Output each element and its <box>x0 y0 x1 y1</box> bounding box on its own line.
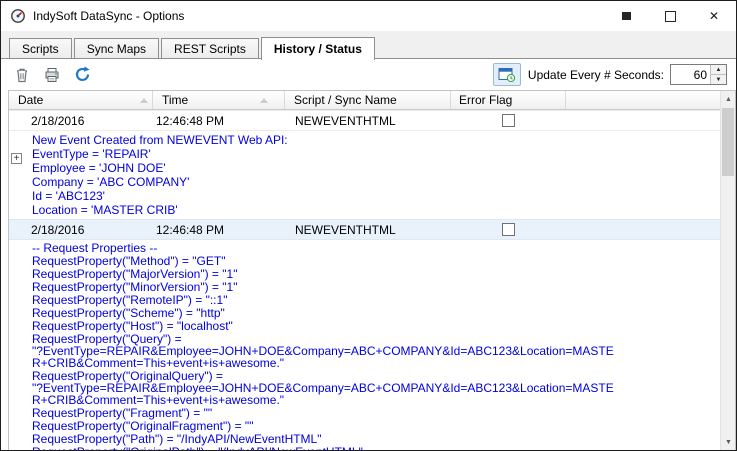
spin-up-icon: ▲ <box>716 67 722 73</box>
tab-sync-maps[interactable]: Sync Maps <box>74 38 159 58</box>
cell-time: 12:46:48 PM <box>153 114 285 128</box>
spinner-buttons: ▲ ▼ <box>710 65 726 84</box>
row-detail: -- Request Properties -- RequestProperty… <box>9 240 720 450</box>
trash-icon <box>13 66 31 84</box>
table-row[interactable]: 2/18/2016 12:46:48 PM NEWEVENTHTML <box>9 219 720 240</box>
tab-rest-scripts[interactable]: REST Scripts <box>161 38 259 58</box>
detail-line: Location = 'MASTER CRIB' <box>32 203 720 217</box>
column-header-script-label: Script / Sync Name <box>294 93 397 107</box>
options-window: IndySoft DataSync - Options ✕ <box>0 0 737 451</box>
column-header-error-flag[interactable]: Error Flag <box>451 91 566 109</box>
tab-history-status[interactable]: History / Status <box>261 37 375 60</box>
detail-line: Id = 'ABC123' <box>32 189 720 203</box>
cell-script-name: NEWEVENTHTML <box>285 114 451 128</box>
column-header-filler <box>566 91 720 109</box>
column-header-script[interactable]: Script / Sync Name <box>285 91 451 109</box>
toolbar: Update Every # Seconds: ▲ ▼ <box>1 59 736 90</box>
expand-row-button[interactable]: + <box>11 153 22 164</box>
error-flag-checkbox[interactable] <box>502 223 515 236</box>
detail-line: RequestProperty("OriginalPath") = "/Indy… <box>32 446 720 450</box>
minimize-button[interactable] <box>604 1 648 31</box>
cell-time: 12:46:48 PM <box>153 223 285 237</box>
close-button[interactable]: ✕ <box>692 1 736 31</box>
auto-update-toggle[interactable] <box>493 63 521 86</box>
sort-ascending-icon <box>260 98 268 103</box>
tab-scripts[interactable]: Scripts <box>9 38 72 58</box>
scrollbar-thumb[interactable] <box>722 108 734 176</box>
cell-date: 2/18/2016 <box>9 223 153 237</box>
auto-update-icon <box>498 67 516 83</box>
maximize-button[interactable] <box>648 1 692 31</box>
cell-error-flag <box>451 223 566 236</box>
window-controls: ✕ <box>604 1 736 31</box>
update-seconds-input[interactable] <box>671 65 710 84</box>
printer-icon <box>43 66 61 84</box>
cell-error-flag <box>451 114 566 127</box>
spin-up-button[interactable]: ▲ <box>711 65 726 74</box>
scroll-up-icon: ▲ <box>725 96 732 103</box>
grid-header: Date Time Script / Sync Name Error Flag <box>9 91 720 110</box>
titlebar: IndySoft DataSync - Options ✕ <box>1 1 736 31</box>
column-header-time-label: Time <box>162 93 188 107</box>
row-detail: + New Event Created from NEWEVENT Web AP… <box>9 131 720 219</box>
table-row[interactable]: 2/18/2016 12:46:48 PM NEWEVENTHTML <box>9 110 720 131</box>
update-seconds-spinbox: ▲ ▼ <box>670 64 727 85</box>
window-title: IndySoft DataSync - Options <box>33 9 184 23</box>
minimize-icon <box>622 12 631 20</box>
spin-down-icon: ▼ <box>716 77 722 83</box>
column-header-error-label: Error Flag <box>459 93 512 107</box>
column-header-date-label: Date <box>18 93 43 107</box>
column-header-time[interactable]: Time <box>153 91 285 109</box>
grid-body: Date Time Script / Sync Name Error Flag <box>9 91 720 450</box>
tab-page: Update Every # Seconds: ▲ ▼ <box>1 58 736 450</box>
history-grid: Date Time Script / Sync Name Error Flag <box>8 90 736 450</box>
spin-down-button[interactable]: ▼ <box>711 74 726 84</box>
cell-date: 2/18/2016 <box>9 114 153 128</box>
maximize-icon <box>665 11 676 22</box>
refresh-icon <box>73 65 92 84</box>
refresh-button[interactable] <box>70 63 94 87</box>
tab-bar: Scripts Sync Maps REST Scripts History /… <box>9 37 377 59</box>
delete-button[interactable] <box>10 63 34 87</box>
detail-line: New Event Created from NEWEVENT Web API: <box>32 133 720 147</box>
update-interval-group: Update Every # Seconds: ▲ ▼ <box>493 63 727 86</box>
scroll-down-icon: ▼ <box>725 439 732 446</box>
detail-line: Employee = 'JOHN DOE' <box>32 161 720 175</box>
sort-ascending-icon <box>140 98 148 103</box>
close-icon: ✕ <box>709 9 719 23</box>
error-flag-checkbox[interactable] <box>502 114 515 127</box>
update-seconds-label: Update Every # Seconds: <box>528 68 664 82</box>
cell-script-name: NEWEVENTHTML <box>285 223 451 237</box>
scroll-down-button[interactable]: ▼ <box>721 434 736 450</box>
detail-line: EventType = 'REPAIR' <box>32 147 720 161</box>
app-icon <box>10 8 26 24</box>
print-button[interactable] <box>40 63 64 87</box>
detail-line: Company = 'ABC COMPANY' <box>32 175 720 189</box>
column-header-date[interactable]: Date <box>9 91 153 109</box>
scroll-up-button[interactable]: ▲ <box>721 91 736 107</box>
vertical-scrollbar[interactable]: ▲ ▼ <box>720 91 735 450</box>
